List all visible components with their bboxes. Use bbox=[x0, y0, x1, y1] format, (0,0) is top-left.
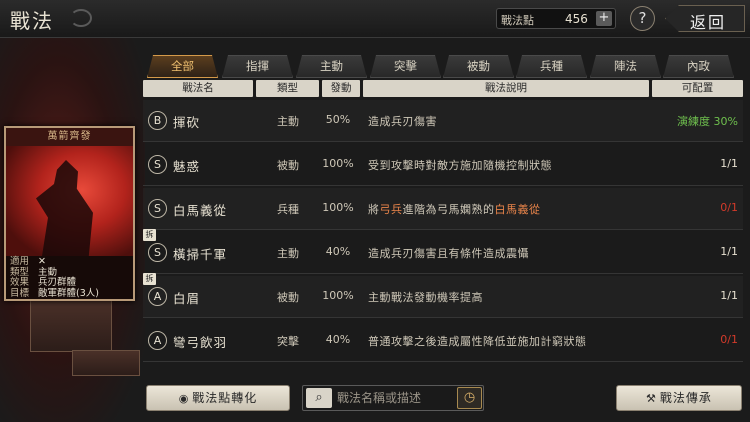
skill-description: 受到攻擊時對敵方施加隨機控制狀態 bbox=[368, 159, 552, 172]
tab-troop[interactable]: 兵種 bbox=[516, 55, 587, 78]
decorative-swirl-icon bbox=[70, 9, 92, 27]
split-tag: 拆 bbox=[143, 273, 156, 285]
card-info-value: 兵刃群體 bbox=[38, 277, 77, 288]
search-icon[interactable]: ⌕ bbox=[306, 388, 332, 408]
skill-description: 造成兵刃傷害且有條件造成震懾 bbox=[368, 247, 529, 260]
back-button-label: 返回 bbox=[690, 13, 727, 32]
card-info-row: 適用 ✕ bbox=[10, 256, 129, 268]
skill-type: 兵種 bbox=[277, 203, 299, 216]
column-header-desc: 戰法說明 bbox=[363, 80, 649, 97]
tab-passive[interactable]: 被動 bbox=[443, 55, 514, 78]
skill-name: 彎弓飲羽 bbox=[173, 335, 228, 350]
search-input[interactable] bbox=[337, 388, 453, 408]
skill-rate: 100% bbox=[322, 201, 354, 214]
top-bar: 戰法 戰法點 456 + ? 返回 bbox=[0, 0, 750, 38]
table-header: 戰法名 類型 發動 戰法說明 可配置 bbox=[143, 80, 743, 98]
inherit-skill-label: 戰法傳承 bbox=[659, 391, 712, 405]
card-info-row: 目標 敵軍群體(3人) bbox=[10, 287, 129, 300]
skill-availability: 0/1 bbox=[720, 201, 738, 214]
skill-name: 白眉 bbox=[173, 291, 201, 306]
tab-active[interactable]: 主動 bbox=[296, 55, 367, 78]
skill-availability: 1/1 bbox=[720, 157, 738, 170]
skill-description: 將弓兵進階為弓馬嫻熟的白馬義從 bbox=[368, 201, 541, 217]
skill-points-label: 戰法點 bbox=[501, 14, 534, 27]
skill-type: 被動 bbox=[277, 159, 299, 172]
card-info-value: 敵軍群體(3人) bbox=[38, 287, 99, 299]
table-row[interactable]: 拆 S 橫掃千軍 主動 40% 造成兵刃傷害且有條件造成震懾 1/1 bbox=[143, 229, 743, 274]
convert-points-button[interactable]: ◉ 戰法點轉化 bbox=[146, 385, 290, 411]
add-points-button[interactable]: + bbox=[596, 11, 612, 26]
split-tag: 拆 bbox=[143, 229, 156, 241]
skill-rate: 40% bbox=[325, 245, 351, 258]
tab-assault[interactable]: 突擊 bbox=[370, 55, 441, 78]
skill-availability: 演練度 30% bbox=[677, 115, 738, 128]
page-title: 戰法 bbox=[10, 9, 54, 33]
tab-formation[interactable]: 陣法 bbox=[590, 55, 661, 78]
card-artwork bbox=[6, 146, 133, 256]
skill-points-display: 戰法點 456 + bbox=[496, 8, 616, 29]
flame-icon: ◉ bbox=[178, 392, 190, 405]
convert-points-label: 戰法點轉化 bbox=[192, 391, 258, 405]
skill-name: 揮砍 bbox=[173, 115, 201, 130]
table-row[interactable]: A 彎弓飲羽 突擊 40% 普通攻擊之後造成屬性降低並施加計窮狀態 0/1 bbox=[143, 320, 743, 362]
tab-all[interactable]: 全部 bbox=[147, 55, 218, 78]
grade-badge: S bbox=[148, 243, 167, 262]
warrior-silhouette-icon bbox=[36, 160, 93, 256]
skill-description: 主動戰法發動機率提高 bbox=[368, 291, 483, 304]
skill-type: 主動 bbox=[277, 115, 299, 128]
card-info: 適用 ✕ 類型 主動 效果 兵刃群體 目標 敵軍群體(3人) bbox=[6, 256, 133, 299]
skill-type: 被動 bbox=[277, 291, 299, 304]
skill-rate: 100% bbox=[322, 289, 354, 302]
grade-badge: A bbox=[148, 331, 167, 350]
grade-badge: B bbox=[148, 111, 167, 130]
hammer-icon: ⚒ bbox=[646, 392, 657, 405]
skill-rate: 100% bbox=[322, 157, 354, 170]
tab-internal[interactable]: 內政 bbox=[663, 55, 734, 78]
grade-badge: A bbox=[148, 287, 167, 306]
column-header-avail[interactable]: 可配置 bbox=[652, 80, 743, 97]
card-info-value: 主動 bbox=[38, 266, 58, 278]
skill-type: 主動 bbox=[277, 247, 299, 260]
card-info-key: 適用 bbox=[10, 256, 30, 267]
search-box[interactable]: ⌕ ◷ bbox=[302, 385, 484, 411]
card-info-value: ✕ bbox=[38, 256, 46, 267]
column-header-type[interactable]: 類型 bbox=[256, 80, 319, 97]
skill-name: 橫掃千軍 bbox=[173, 247, 228, 262]
card-title: 萬箭齊發 bbox=[6, 128, 133, 146]
card-info-key: 效果 bbox=[10, 277, 30, 288]
desc-text: 進階為弓馬嫻熟的 bbox=[402, 203, 495, 216]
help-button[interactable]: ? bbox=[630, 6, 655, 31]
skill-description: 造成兵刃傷害 bbox=[368, 115, 437, 128]
inherit-skill-button[interactable]: ⚒ 戰法傳承 bbox=[616, 385, 742, 411]
column-header-name[interactable]: 戰法名 bbox=[143, 80, 253, 97]
card-stack-back bbox=[30, 300, 112, 352]
back-button[interactable]: 返回 bbox=[665, 5, 745, 32]
desc-highlight: 白馬義從 bbox=[494, 203, 541, 216]
desc-text: 將 bbox=[368, 203, 380, 216]
card-info-key: 目標 bbox=[10, 287, 30, 299]
table-row[interactable]: 拆 A 白眉 被動 100% 主動戰法發動機率提高 1/1 bbox=[143, 273, 743, 318]
skill-availability: 1/1 bbox=[720, 289, 738, 302]
skill-type: 突擊 bbox=[277, 335, 299, 348]
table-row[interactable]: B 揮砍 主動 50% 造成兵刃傷害 演練度 30% bbox=[143, 100, 743, 142]
table-row[interactable]: S 白馬義從 兵種 100% 將弓兵進階為弓馬嫻熟的白馬義從 0/1 bbox=[143, 188, 743, 230]
card-stack-back bbox=[72, 350, 140, 376]
grade-badge: S bbox=[148, 155, 167, 174]
selected-skill-card[interactable]: 萬箭齊發 適用 ✕ 類型 主動 效果 兵刃群體 目標 敵軍群體(3人) bbox=[4, 126, 135, 301]
history-clock-icon[interactable]: ◷ bbox=[457, 387, 482, 409]
skill-availability: 0/1 bbox=[720, 333, 738, 346]
grade-badge: S bbox=[148, 199, 167, 218]
skill-rate: 40% bbox=[325, 333, 351, 346]
desc-highlight: 弓兵 bbox=[379, 203, 403, 216]
column-header-rate[interactable]: 發動 bbox=[322, 80, 360, 97]
skill-points-value: 456 bbox=[565, 12, 588, 26]
skill-availability: 1/1 bbox=[720, 245, 738, 258]
skill-name: 魅惑 bbox=[173, 159, 201, 174]
tab-command[interactable]: 指揮 bbox=[222, 55, 293, 78]
skill-description: 普通攻擊之後造成屬性降低並施加計窮狀態 bbox=[368, 335, 587, 348]
skill-rate: 50% bbox=[325, 113, 351, 126]
skill-name: 白馬義從 bbox=[173, 203, 228, 218]
table-row[interactable]: S 魅惑 被動 100% 受到攻擊時對敵方施加隨機控制狀態 1/1 bbox=[143, 144, 743, 186]
